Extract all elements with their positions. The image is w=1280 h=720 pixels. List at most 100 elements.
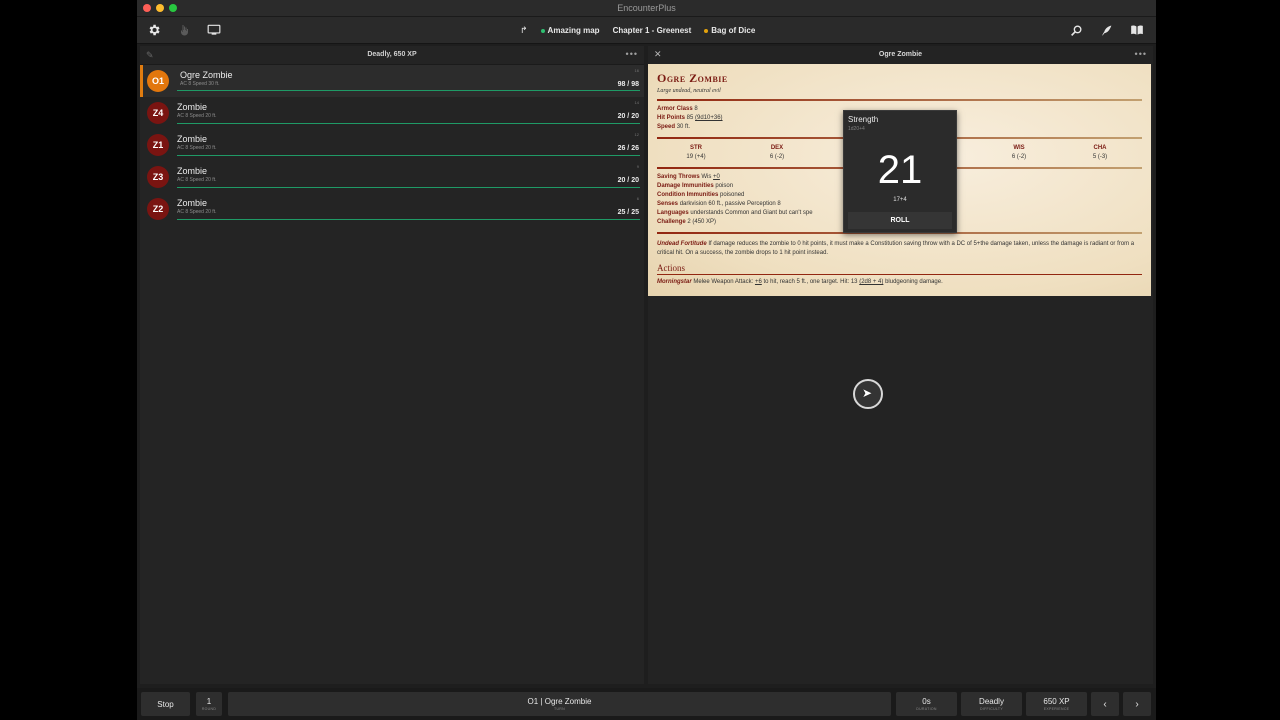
creature-hp[interactable]: 98 / 98 [618, 81, 639, 88]
book-icon[interactable] [1128, 21, 1146, 39]
experience-display[interactable]: 650 XP EXPERIENCE [1026, 692, 1087, 716]
creature-name: Zombie [177, 198, 208, 208]
damage-immunities-label: Damage Immunities [657, 183, 714, 189]
condition-immunities-value: poisoned [720, 192, 745, 198]
dice-roll-popup: Strength 1d20+4 21 17+4 ROLL [843, 110, 957, 233]
ability-name: STR [690, 145, 702, 151]
statblock-header: ✕ Ogre Zombie ••• [648, 46, 1153, 64]
mouse-pointer-icon: ➤ [862, 386, 873, 400]
challenge-line: Challenge 2 (450 XP) [657, 219, 716, 225]
encounter-panel: ✎ Deadly, 650 XP ••• O1 Ogre Zombie AC 8… [140, 46, 644, 684]
more-options-icon[interactable]: ••• [1135, 49, 1147, 59]
creature-hp[interactable]: 20 / 20 [618, 113, 639, 120]
senses-label: Senses [657, 201, 679, 207]
damage-roll-link[interactable]: (2d8 + 4) [859, 279, 883, 285]
magnifier-icon[interactable] [1067, 21, 1085, 39]
app-window: EncounterPlus ↱ Amazing map Chapter 1 - … [137, 0, 1156, 720]
saving-throws-label: Saving Throws [657, 174, 700, 180]
action-type: Melee Weapon Attack: [693, 279, 754, 285]
hit-points-value: 85 [686, 115, 694, 121]
encounter-title: Deadly, 650 XP [367, 51, 417, 58]
hp-bar [177, 123, 640, 124]
saving-throw-roll-link[interactable]: +0 [713, 174, 720, 180]
ability-value: 19 (+4) [686, 154, 706, 160]
turn-value: O1 | Ogre Zombie [527, 697, 592, 706]
ability-cha[interactable]: CHA 5 (-3) [1070, 145, 1130, 160]
ability-name: CHA [1093, 145, 1107, 151]
creature-row[interactable]: Z2 Zombie AC 8 Speed 20 ft. 6 25 / 25 [140, 193, 644, 225]
ability-str[interactable]: STR 19 (+4) [666, 145, 726, 160]
bottom-bar: Stop 1 ROUND O1 | Ogre Zombie TURN 0s DU… [137, 688, 1156, 720]
creature-name: Zombie [177, 166, 208, 176]
stop-button[interactable]: Stop [141, 692, 190, 716]
difficulty-value: Deadly [979, 697, 1004, 706]
damage-immunities-value: poison [715, 183, 734, 189]
creature-hp[interactable]: 25 / 25 [618, 209, 639, 216]
divider [657, 99, 1142, 101]
round-value: 1 [206, 697, 212, 706]
creature-row[interactable]: Z1 Zombie AC 8 Speed 20 ft. 12 26 / 26 [140, 129, 644, 161]
duration-display[interactable]: 0s DURATION [896, 692, 957, 716]
toolbar-center: ↱ Amazing map Chapter 1 - Greenest Bag o… [520, 23, 759, 38]
duration-value: 0s [922, 697, 931, 706]
creature-row[interactable]: Z4 Zombie AC 8 Speed 20 ft. 14 20 / 20 [140, 97, 644, 129]
round-counter[interactable]: 1 ROUND [196, 692, 222, 716]
difficulty-display[interactable]: Deadly DIFFICULTY [961, 692, 1022, 716]
speed-value: 30 ft. [676, 124, 691, 130]
turn-label: TURN [554, 707, 565, 711]
previous-turn-button[interactable]: ‹ [1091, 692, 1119, 716]
languages-label: Languages [657, 210, 689, 216]
creature-stats: AC 8 Speed 30 ft. [180, 81, 220, 87]
attack-roll-link[interactable]: +6 [755, 279, 762, 285]
share-arrow-icon[interactable]: ↱ [520, 25, 528, 36]
trait-undead-fortitude: Undead Fortitude If damage reduces the z… [657, 240, 1141, 258]
trait-text: If damage reduces the zombie to 0 hit po… [657, 241, 1135, 256]
action-morningstar: Morningstar Melee Weapon Attack: +6 to h… [657, 279, 943, 285]
creature-badge: O1 [147, 70, 169, 92]
creature-initiative: 6 [636, 196, 639, 201]
senses-line: Senses darkvision 60 ft., passive Percep… [657, 201, 781, 207]
creature-hp[interactable]: 20 / 20 [618, 177, 639, 184]
action-name: Morningstar [657, 279, 692, 285]
speed-line: Speed 30 ft. [657, 124, 690, 130]
monitor-icon[interactable] [205, 21, 223, 39]
gear-icon[interactable] [145, 21, 163, 39]
more-options-icon[interactable]: ••• [626, 49, 638, 59]
quill-icon[interactable] [1097, 21, 1115, 39]
ability-wis[interactable]: WIS 6 (-2) [989, 145, 1049, 160]
duration-label: DURATION [916, 707, 937, 711]
dice-status-dot [704, 28, 709, 33]
roll-formula: 1d20+4 [848, 126, 865, 132]
condition-immunities-line: Condition Immunities poisoned [657, 192, 744, 198]
experience-label: EXPERIENCE [1043, 707, 1070, 711]
pointer-hand-icon[interactable] [175, 21, 193, 39]
armor-class-label: Armor Class [657, 106, 693, 112]
condition-immunities-label: Condition Immunities [657, 192, 719, 198]
speed-label: Speed [657, 124, 676, 130]
creature-row[interactable]: Z3 Zombie AC 8 Speed 20 ft. 9 20 / 20 [140, 161, 644, 193]
action-text: to hit, reach 5 ft., one target. Hit: 13 [763, 279, 858, 285]
turn-indicator[interactable]: O1 | Ogre Zombie TURN [228, 692, 891, 716]
ability-dex[interactable]: DEX 6 (-2) [747, 145, 807, 160]
divider [657, 274, 1142, 275]
roll-button[interactable]: ROLL [848, 212, 952, 229]
hit-points-dice-link[interactable]: (9d10+36) [695, 115, 723, 121]
ability-name: WIS [1013, 145, 1025, 151]
toolbar-chapter-label: Chapter 1 - Greenest [612, 26, 692, 35]
creature-stats: AC 8 Speed 20 ft. [177, 145, 217, 151]
toolbar-dice-button[interactable]: Bag of Dice [700, 24, 759, 37]
creature-hp[interactable]: 26 / 26 [618, 145, 639, 152]
toolbar-map-button[interactable]: Amazing map [537, 24, 604, 37]
round-label: ROUND [201, 707, 217, 711]
ability-value: 6 (-2) [769, 154, 785, 160]
hit-points-label: Hit Points [657, 115, 685, 121]
map-status-dot [540, 28, 545, 33]
creature-row[interactable]: O1 Ogre Zombie AC 8 Speed 30 ft. 16 98 /… [140, 65, 644, 97]
window-title: EncounterPlus [617, 3, 676, 13]
next-turn-button[interactable]: › [1123, 692, 1151, 716]
statblock-panel-title: Ogre Zombie [878, 51, 923, 58]
trait-name: Undead Fortitude [657, 241, 707, 247]
armor-class-line: Armor Class 8 [657, 106, 698, 112]
creature-initiative: 14 [634, 100, 639, 105]
toolbar-chapter-button[interactable]: Chapter 1 - Greenest [609, 24, 696, 37]
